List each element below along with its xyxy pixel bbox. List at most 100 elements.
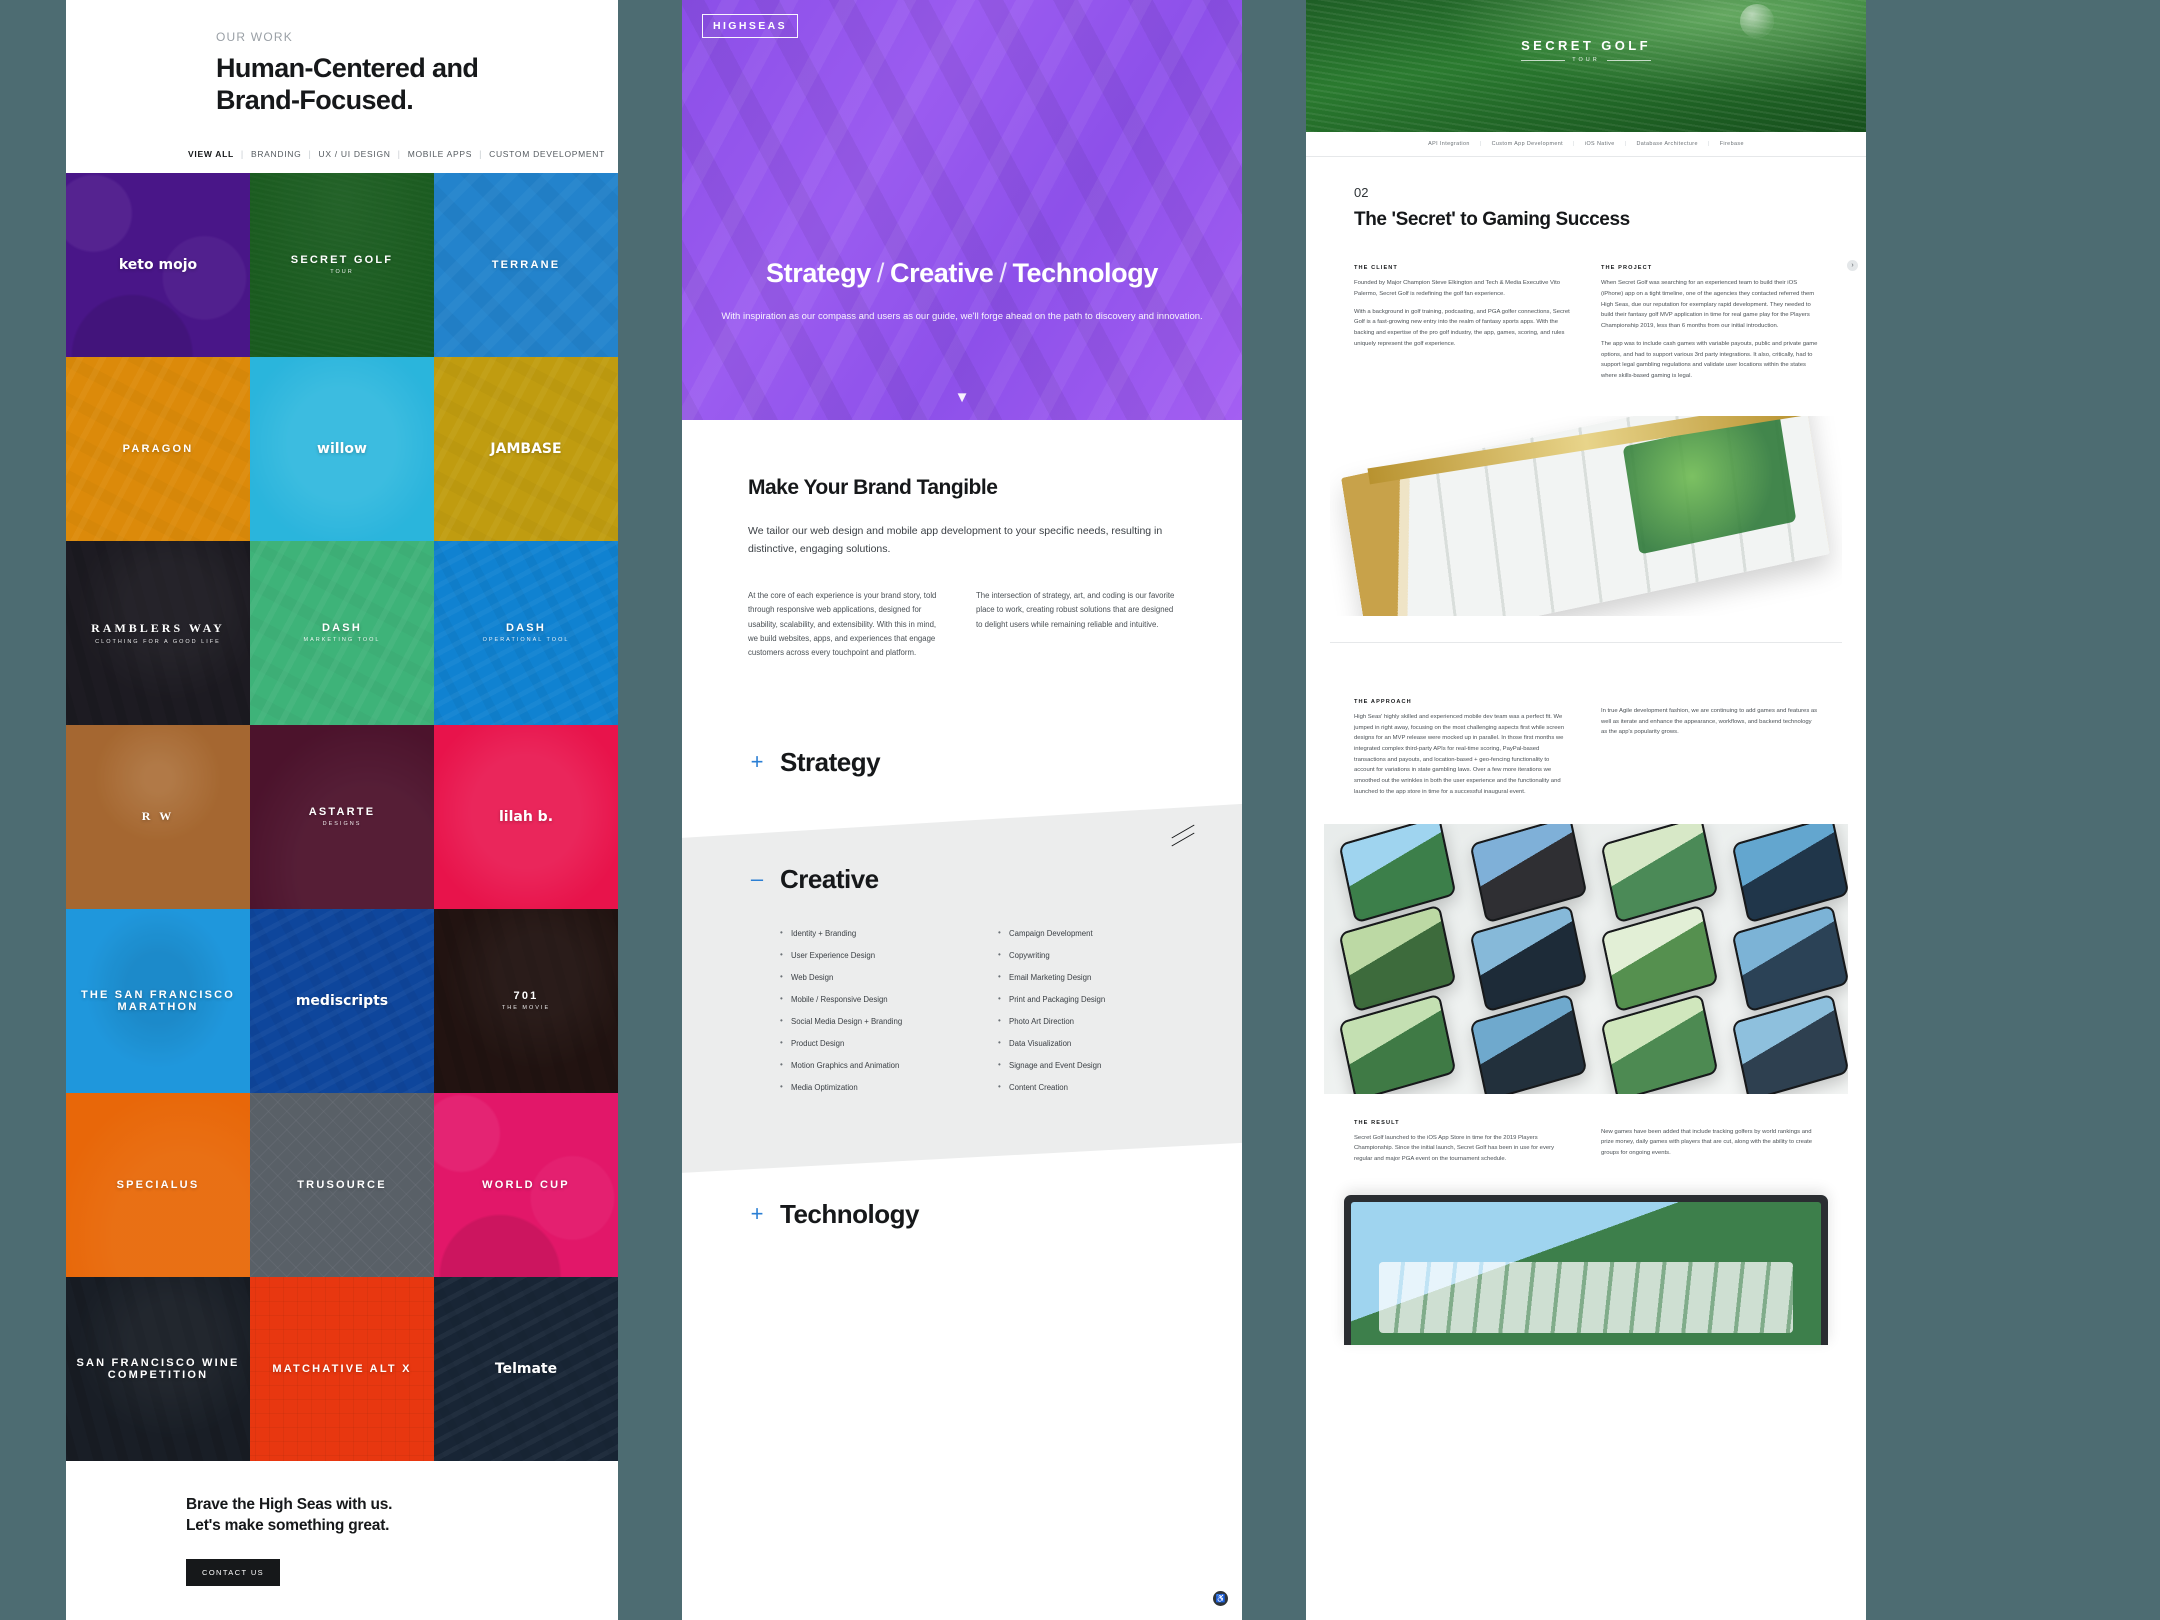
hero-grass-texture [1306,0,1866,132]
portfolio-tile[interactable]: DASH OPERATIONAL TOOL [434,540,618,725]
case-tech-tags: API Integration | Custom App Development | i… [1306,132,1866,157]
portfolio-tile[interactable]: Telmate [434,1276,618,1461]
tile-label-sub: Designs [322,821,362,828]
portfolio-tile[interactable]: keto mojo [66,172,250,357]
golf-ball-icon [1740,4,1774,38]
tile-label: lilah b. [493,809,559,825]
tile-label-main: MATCHATIVE ALT X [272,1362,412,1375]
case-block-agile: In true Agile development fashion, we ar… [1601,699,1818,798]
portfolio-tile[interactable]: 701 THE MOVIE [434,908,618,1093]
tile-label-main: SAN FRANCISCO WINE COMPETITION [76,1356,240,1381]
portfolio-tile[interactable]: SPECIALUS [66,1092,250,1277]
tag-separator: | [1573,141,1575,147]
accordion-technology-label: Technology [780,1198,919,1229]
portfolio-tile[interactable]: willow [250,356,434,541]
portfolio-tile[interactable]: JAMBASE [434,356,618,541]
portfolio-tile[interactable]: RAMBLERS WAY CLOTHING FOR A GOOD LIFE [66,540,250,725]
accordion-strategy-header[interactable]: + Strategy [748,747,1176,778]
portfolio-tile[interactable]: PARAGON [66,356,250,541]
accessibility-icon[interactable]: ♿ [1213,1591,1228,1606]
tile-label-main: 701 [513,990,539,1003]
portfolio-tile[interactable]: DASH MARKETING TOOL [250,540,434,725]
filter-mobile-apps[interactable]: MOBILE APPS [401,149,479,159]
accordion-creative-label: Creative [780,863,879,894]
filter-view-all[interactable]: VIEW ALL [181,149,241,159]
site-logo[interactable]: HIGHSEAS [702,14,799,38]
hero-content: Strategy / Creative / Technology With inspir… [682,0,1242,325]
portfolio-filter-nav[interactable]: VIEW ALL | BRANDING | UX / UI DESIGN | MOBILE … [66,149,618,159]
tile-label-main: TERRANE [491,258,561,271]
page-title: Human-Centered and Brand-Focused. [216,53,479,115]
portfolio-tile[interactable]: MATCHATIVE ALT X [250,1276,434,1461]
accordion-creative-header[interactable]: – Creative [748,864,1176,895]
tile-label: 701 THE MOVIE [496,990,556,1011]
portfolio-tile[interactable]: TRUSOURCE [250,1092,434,1277]
contact-us-button[interactable]: CONTACT US [186,1558,281,1586]
hero-slash-1: / [876,258,885,288]
portfolio-tile[interactable]: THE SAN FRANCISCO MARATHON [66,908,250,1093]
case-block-result-label: THE RESULT [1354,1119,1400,1126]
filter-branding[interactable]: BRANDING [244,149,308,159]
accordion-strategy[interactable]: + Strategy [682,661,1242,778]
logo-secondary: SEAS [748,20,788,32]
tag-separator: | [1707,141,1710,147]
case-block-newgames: New games have been added that include t… [1601,1120,1818,1165]
panel-gap-1 [618,0,682,1620]
tile-label: keto mojo [113,257,203,273]
tile-label-main: SECRET GOLF [290,254,394,267]
tile-label-main: ASTARTE [308,806,376,819]
tech-tag: iOS Native [1584,141,1615,147]
accordion-technology-header[interactable]: + Technology [748,1199,1176,1230]
hero-word-strategy: Strategy [766,258,871,288]
hero-slash-2: / [999,258,1007,288]
minus-icon-creative: – [750,866,764,892]
case-block-client-label: THE CLIENT [1354,265,1398,272]
portfolio-tile[interactable]: SECRET GOLF TOUR [250,172,434,357]
tile-label: Telmate [489,1361,563,1377]
creative-list-item: Content Creation [998,1077,1176,1099]
browser-panel-services: HIGHSEAS Strategy / Creative / Technology Wi… [682,0,1242,1620]
creative-service-lists: Identity + BrandingUser Experience Desig… [748,923,1176,1099]
tile-label: SAN FRANCISCO WINE COMPETITION [66,1357,250,1381]
down-arrow-icon[interactable]: ▼ [955,389,970,406]
tile-label-main: mediscripts [295,992,389,1009]
portfolio-tile[interactable]: SAN FRANCISCO WINE COMPETITION [66,1276,250,1461]
case-block-project-label: THE PROJECT [1601,265,1653,272]
services-hero: HIGHSEAS Strategy / Creative / Technology Wi… [682,0,1242,420]
portfolio-tile[interactable]: mediscripts [250,908,434,1093]
case-block-agile-p1: In true Agile development fashion, we ar… [1601,707,1818,736]
portfolio-grid: keto mojo SECRET GOLF TOUR TERRANE PARAGON wi… [66,172,618,1461]
case-brand-sub: TOUR [1306,57,1866,63]
case-screenshot-cards [1330,415,1842,616]
accordion-technology[interactable]: + Technology [682,1173,1242,1230]
portfolio-tile[interactable]: ASTARTE Designs [250,724,434,909]
tile-label: RAMBLERS WAY CLOTHING FOR A GOOD LIFE [85,621,231,645]
services-intro: Make Your Brand Tangible We tailor our w… [682,420,1242,661]
portfolio-tile[interactable]: TERRANE [434,172,618,357]
tile-label: mediscripts [290,993,394,1009]
filter-custom-development[interactable]: CUSTOM DEVELOPMENT [482,149,612,159]
case-row-result: THE RESULT Secret Golf launched to the i… [1306,1094,1866,1165]
screenshot-stage: OUR WORK Human-Centered and Brand-Focuse… [0,0,2160,1620]
tile-label: WORLD CUP [476,1179,576,1191]
portfolio-tile[interactable]: WORLD CUP [434,1092,618,1277]
case-title: The 'Secret' to Gaming Success [1354,209,1630,230]
tile-label-main: DASH [322,622,362,635]
creative-list-item: Motion Graphics and Animation [780,1055,958,1077]
portfolio-tile[interactable]: R W [66,724,250,909]
tile-label: JAMBASE [484,441,567,457]
accordion-creative[interactable]: – Creative Identity + BrandingUser Exper… [682,804,1242,1173]
our-work-page: OUR WORK Human-Centered and Brand-Focuse… [66,0,618,1620]
case-phone-gallery [1324,823,1848,1094]
panel-gap-2 [1242,0,1306,1620]
creative-list-right: Campaign DevelopmentCopywritingEmail Mar… [998,923,1176,1099]
chevron-right-icon[interactable]: › [1847,260,1858,271]
creative-list-left: Identity + BrandingUser Experience Desig… [780,923,958,1099]
tile-label: ASTARTE Designs [303,806,382,827]
portfolio-tile[interactable]: lilah b. [434,724,618,909]
section-divider-1 [1330,641,1842,643]
accordion-strategy-label: Strategy [780,746,881,777]
double-slash-icon [1170,826,1198,848]
filter-ux-ui-design[interactable]: UX / UI DESIGN [311,149,397,159]
services-lead: We tailor our web design and mobile app … [748,525,1163,556]
